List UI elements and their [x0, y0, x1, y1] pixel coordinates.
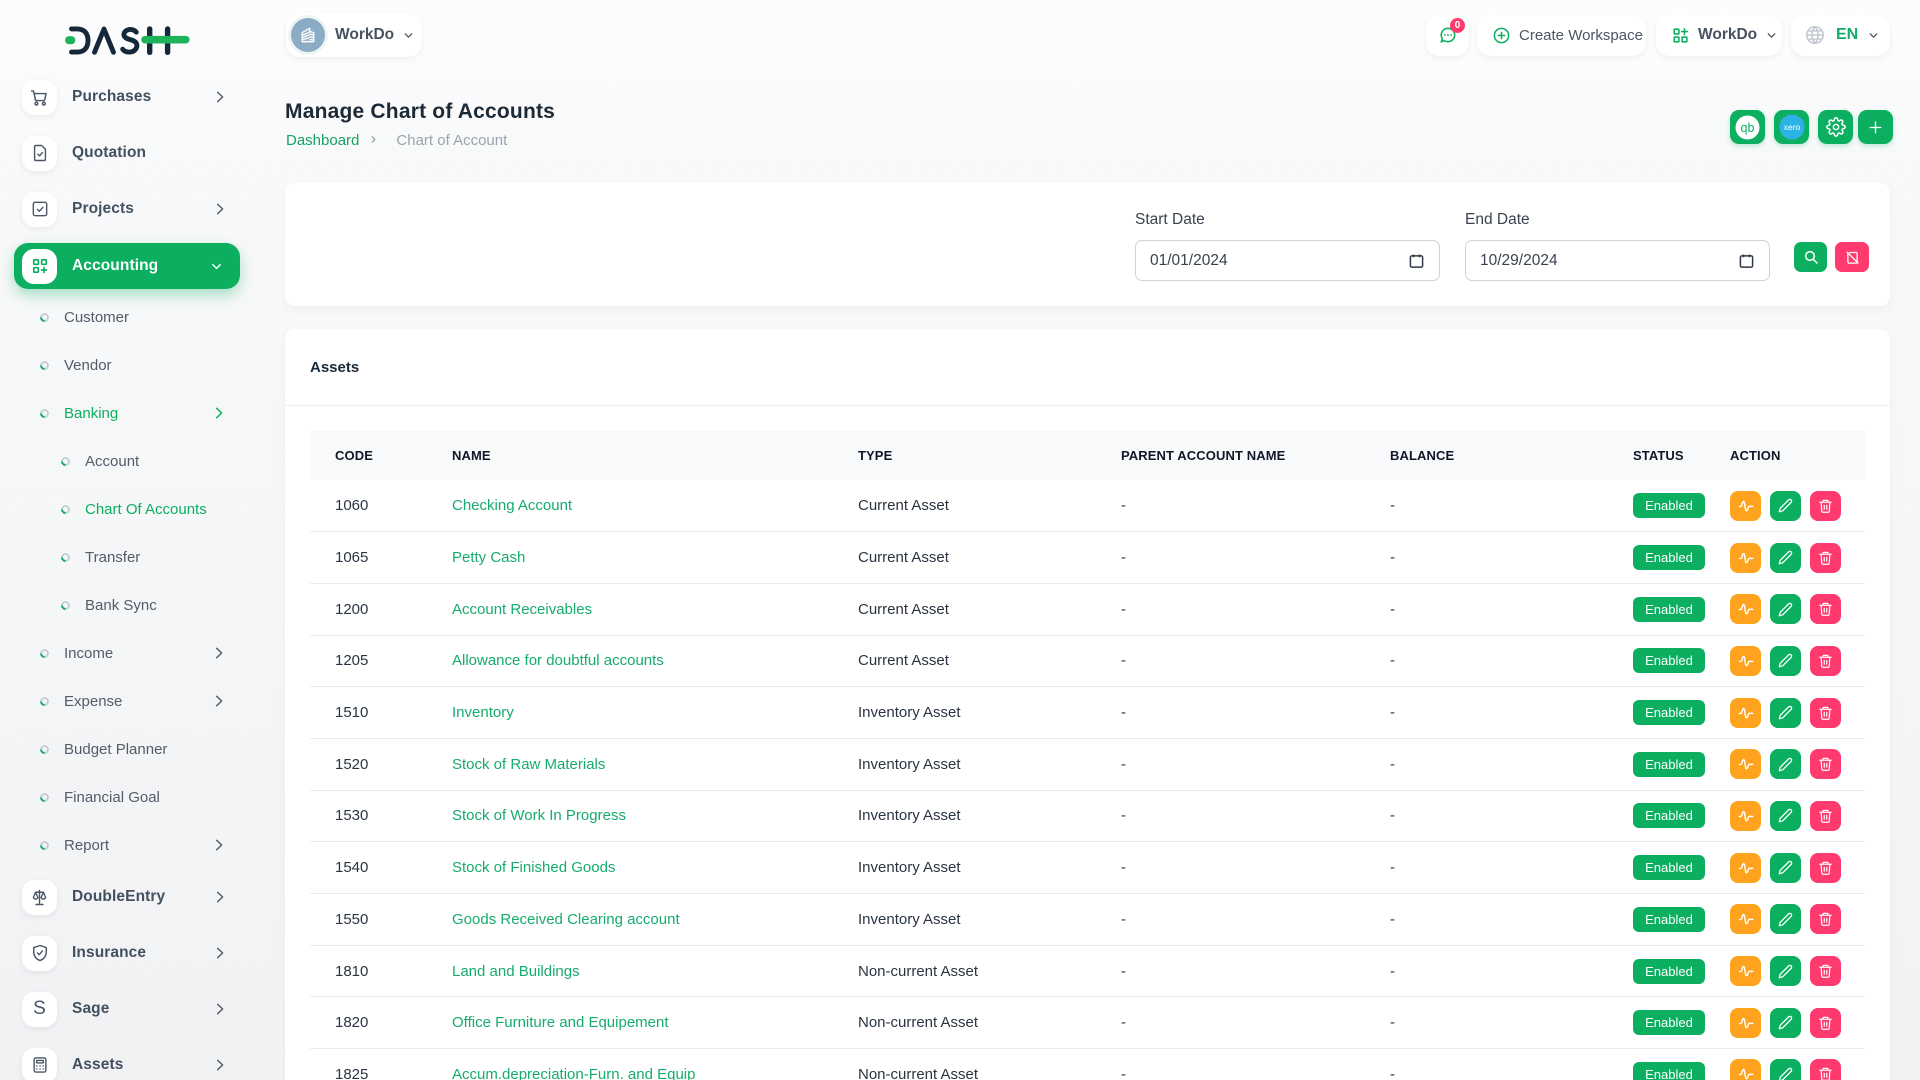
svg-text:qb: qb: [1741, 120, 1755, 134]
svg-text:xero: xero: [1783, 122, 1800, 132]
